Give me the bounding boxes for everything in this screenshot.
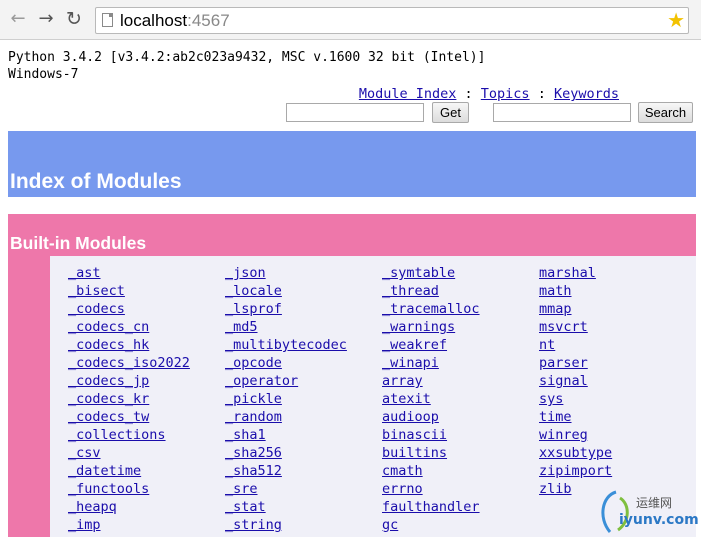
url-host: localhost [120,11,188,30]
module-link[interactable]: _thread [382,282,480,300]
module-link[interactable]: _multibytecodec [225,336,347,354]
module-link[interactable]: _codecs_tw [68,408,190,426]
module-link[interactable]: _lsprof [225,300,347,318]
module-link[interactable]: _collections [68,426,190,444]
module-link[interactable]: _weakref [382,336,480,354]
module-link[interactable]: _winapi [382,354,480,372]
get-button[interactable]: Get [432,102,469,123]
module-link[interactable]: parser [539,354,612,372]
module-link[interactable]: _json [225,264,347,282]
module-link[interactable]: errno [382,480,480,498]
module-link[interactable]: _sre [225,480,347,498]
module-link[interactable]: _datetime [68,462,190,480]
reload-icon[interactable]: ↻ [63,8,85,30]
module-link[interactable]: audioop [382,408,480,426]
module-link[interactable]: _string [225,516,347,534]
module-link[interactable]: msvcrt [539,318,612,336]
watermark: 运维网 iyunv.com [596,488,701,537]
watermark-text-domain: iyunv.com [619,512,699,528]
system-info: Python 3.4.2 [v3.4.2:ab2c023a9432, MSC v… [8,49,485,83]
module-link[interactable]: math [539,282,612,300]
separator: : [456,86,481,102]
module-link[interactable]: zipimport [539,462,612,480]
module-link[interactable]: _codecs_hk [68,336,190,354]
module-link[interactable]: _sha256 [225,444,347,462]
modules-column-3: _symtable _thread _tracemalloc _warnings _we… [382,264,480,534]
search-button[interactable]: Search [638,102,693,123]
builtin-modules-banner: Built-in Modules [8,214,696,256]
module-link[interactable]: binascii [382,426,480,444]
module-link[interactable]: _heapq [68,498,190,516]
module-link[interactable]: time [539,408,612,426]
module-link[interactable]: _ast [68,264,190,282]
module-link[interactable]: _stat [225,498,347,516]
module-link[interactable]: _warnings [382,318,480,336]
module-link[interactable]: _opcode [225,354,347,372]
modules-column-4: marshal math mmap msvcrt nt parser signal sys ti… [539,264,612,498]
top-nav-links: Module Index : Topics : Keywords [359,86,619,103]
module-link[interactable]: _sha512 [225,462,347,480]
module-link[interactable]: _locale [225,282,347,300]
module-index-link[interactable]: Module Index [359,86,457,102]
url-port: :4567 [187,11,230,30]
separator: : [529,86,554,102]
module-link[interactable]: signal [539,372,612,390]
modules-column-2: _json _locale _lsprof _md5 _multibytecodec _o… [225,264,347,534]
module-link[interactable]: array [382,372,480,390]
module-link[interactable]: nt [539,336,612,354]
module-link[interactable]: _codecs_iso2022 [68,354,190,372]
module-link[interactable]: _csv [68,444,190,462]
search-input[interactable] [493,103,631,122]
module-link[interactable]: _codecs_cn [68,318,190,336]
module-link[interactable]: _codecs_kr [68,390,190,408]
module-link[interactable]: _bisect [68,282,190,300]
page-icon [102,13,113,27]
module-link[interactable]: gc [382,516,480,534]
module-link[interactable]: _imp [68,516,190,534]
module-link[interactable]: atexit [382,390,480,408]
forward-arrow-icon[interactable]: → [35,8,57,30]
back-arrow-icon[interactable]: ← [7,8,29,30]
module-link[interactable]: _symtable [382,264,480,282]
module-link[interactable]: cmath [382,462,480,480]
get-module-input[interactable] [286,103,424,122]
keywords-link[interactable]: Keywords [554,86,619,102]
module-link[interactable]: _md5 [225,318,347,336]
module-link[interactable]: faulthandler [382,498,480,516]
page-content: Python 3.4.2 [v3.4.2:ab2c023a9432, MSC v… [0,40,701,537]
topics-link[interactable]: Topics [481,86,530,102]
module-link[interactable]: marshal [539,264,612,282]
module-link[interactable]: _random [225,408,347,426]
module-link[interactable]: builtins [382,444,480,462]
watermark-text-cn: 运维网 [636,496,673,510]
bookmark-star-icon[interactable]: ★ [667,8,685,32]
index-of-modules-banner: Index of Modules [8,131,696,197]
os-version: Windows-7 [8,67,79,82]
page-title: Index of Modules [10,170,182,193]
module-link[interactable]: winreg [539,426,612,444]
module-link[interactable]: _codecs [68,300,190,318]
address-bar[interactable]: localhost:4567 ★ [95,7,689,34]
section-sidebar [8,256,50,537]
module-link[interactable]: _codecs_jp [68,372,190,390]
module-link[interactable]: xxsubtype [539,444,612,462]
python-version: Python 3.4.2 [v3.4.2:ab2c023a9432, MSC v… [8,50,486,65]
module-link[interactable]: _operator [225,372,347,390]
url-text[interactable]: localhost:4567 [120,10,230,32]
module-link[interactable]: sys [539,390,612,408]
module-link[interactable]: mmap [539,300,612,318]
module-link[interactable]: _tracemalloc [382,300,480,318]
module-link[interactable]: _functools [68,480,190,498]
module-link[interactable]: _sha1 [225,426,347,444]
modules-column-1: _ast _bisect _codecs _codecs_cn _codecs_hk _c… [68,264,190,534]
section-title: Built-in Modules [10,233,147,253]
browser-toolbar: ← → ↻ localhost:4567 ★ [0,0,701,40]
module-link[interactable]: _pickle [225,390,347,408]
